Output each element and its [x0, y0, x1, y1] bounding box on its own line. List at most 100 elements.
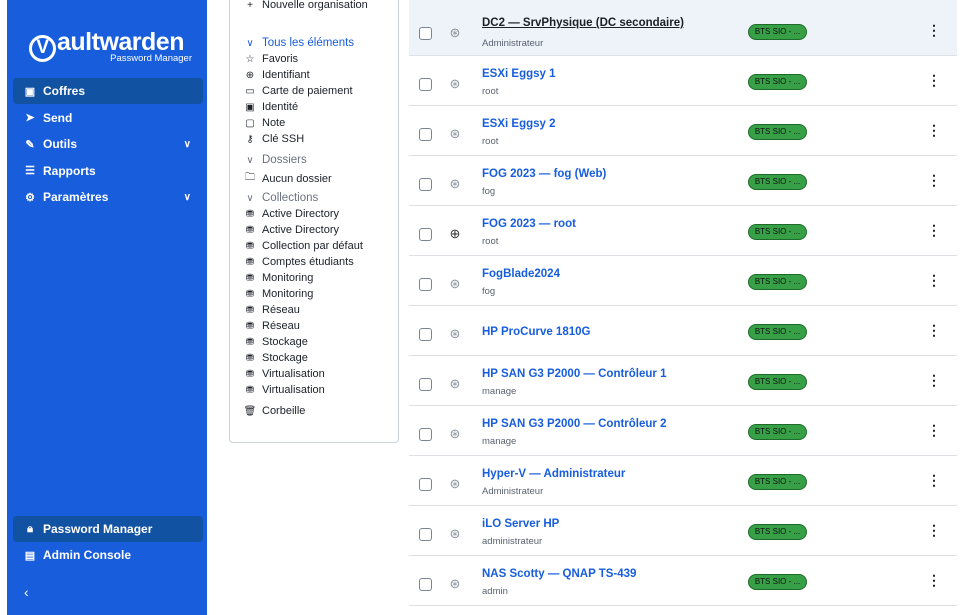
filter-folders-header[interactable]: ∨ Dossiers — [243, 154, 306, 166]
more-options-icon[interactable]: ⋮ — [927, 472, 941, 489]
row-checkbox[interactable] — [419, 428, 432, 441]
collection-badge[interactable]: BTS SIO - ... — [748, 174, 807, 190]
filter-collection[interactable]: ⛃ Monitoring — [243, 288, 314, 300]
item-name-link[interactable]: FogBlade2024 — [482, 268, 560, 280]
collection-badge[interactable]: BTS SIO - ... — [748, 124, 807, 140]
item-name-link[interactable]: ESXi Eggsy 1 — [482, 68, 556, 80]
collection-badge[interactable]: BTS SIO - ... — [748, 324, 807, 340]
more-options-icon[interactable]: ⋮ — [927, 372, 941, 389]
table-row[interactable]: ⊛ DC2 — SrvPhysique (DC secondaire) Admi… — [409, 0, 957, 56]
item-name-link[interactable]: HP SAN G3 P2000 — Contrôleur 1 — [482, 368, 666, 380]
row-checkbox[interactable] — [419, 578, 432, 591]
more-options-icon[interactable]: ⋮ — [927, 422, 941, 439]
collection-badge[interactable]: BTS SIO - ... — [748, 574, 807, 590]
more-options-icon[interactable]: ⋮ — [927, 22, 941, 39]
sidebar-item-admin-console[interactable]: ▤ Admin Console — [13, 542, 203, 568]
sidebar-item-parametres[interactable]: ⚙ Paramètres ∨ — [13, 184, 203, 210]
more-options-icon[interactable]: ⋮ — [927, 172, 941, 189]
more-options-icon[interactable]: ⋮ — [927, 122, 941, 139]
more-options-icon[interactable]: ⋮ — [927, 222, 941, 239]
item-name-link[interactable]: FOG 2023 — root — [482, 218, 576, 230]
collection-badge[interactable]: BTS SIO - ... — [748, 24, 807, 40]
table-row[interactable]: ⊛ FogBlade2024 fog BTS SIO - ... ⋮ — [409, 256, 957, 306]
collection-icon: ⛃ — [245, 320, 255, 332]
filter-collection[interactable]: ⛃ Réseau — [243, 320, 300, 332]
filter-collection[interactable]: ⛃ Réseau — [243, 304, 300, 316]
filter-collection[interactable]: ⛃ Stockage — [243, 352, 308, 364]
sidebar-item-send[interactable]: ➤ Send — [13, 105, 203, 131]
collapse-sidebar-icon[interactable]: ‹ — [24, 584, 29, 600]
row-checkbox[interactable] — [419, 278, 432, 291]
vaultwarden-logo[interactable]: Vaultwarden Password Manager — [29, 28, 194, 64]
table-row[interactable]: ⊛ iLO Server HP administrateur BTS SIO -… — [409, 506, 957, 556]
row-checkbox[interactable] — [419, 228, 432, 241]
sidebar-item-coffres[interactable]: ▣ Coffres — [13, 78, 203, 104]
more-options-icon[interactable]: ⋮ — [927, 572, 941, 589]
filter-collection[interactable]: ⛃ Comptes étudiants — [243, 256, 354, 268]
filter-collection[interactable]: ⛃ Virtualisation — [243, 368, 325, 380]
collection-badge[interactable]: BTS SIO - ... — [748, 424, 807, 440]
table-row[interactable]: ⊛ HP ProCurve 1810G BTS SIO - ... ⋮ — [409, 306, 957, 356]
filter-type-favoris[interactable]: ☆ Favoris — [243, 53, 299, 65]
item-name-link[interactable]: Hyper-V — Administrateur — [482, 468, 625, 480]
row-checkbox[interactable] — [419, 328, 432, 341]
filter-collection[interactable]: ⛃ Stockage — [243, 336, 308, 348]
sidebar-item-label: Outils — [43, 137, 78, 151]
table-row[interactable]: ⊕ FOG 2023 — root root BTS SIO - ... ⋮ — [409, 206, 957, 256]
filter-type-carte[interactable]: ▭ Carte de paiement — [243, 85, 352, 97]
more-options-icon[interactable]: ⋮ — [927, 322, 941, 339]
filter-collection[interactable]: ⛃ Monitoring — [243, 272, 314, 284]
filter-collection[interactable]: ⛃ Collection par défaut — [243, 240, 363, 252]
table-row[interactable]: ⊛ HP SAN G3 P2000 — Contrôleur 1 manage … — [409, 356, 957, 406]
item-name-link[interactable]: HP ProCurve 1810G — [482, 326, 590, 338]
filter-collections-header[interactable]: ∨ Collections — [243, 192, 318, 204]
filter-label: Réseau — [262, 304, 300, 316]
filter-collection[interactable]: ⛃ Active Directory — [243, 224, 339, 236]
filter-trash[interactable]: 🗑︎ Corbeille — [243, 405, 306, 417]
table-row[interactable]: ⊛ NAS Scotty — QNAP TS-439 admin BTS SIO… — [409, 556, 957, 606]
filter-label: Aucun dossier — [262, 172, 332, 185]
item-name-link[interactable]: DC2 — SrvPhysique (DC secondaire) — [482, 17, 684, 29]
filter-no-folder[interactable]: 🗀︎ Aucun dossier — [243, 170, 332, 187]
collection-badge[interactable]: BTS SIO - ... — [748, 74, 807, 90]
filter-label: Note — [262, 117, 286, 129]
row-checkbox[interactable] — [419, 378, 432, 391]
sidebar-item-password-manager[interactable]: 🔒︎ Password Manager — [13, 516, 203, 542]
filter-type-identifiant[interactable]: ⊕ Identifiant — [243, 69, 310, 81]
filter-type-note[interactable]: ▢ Note — [243, 117, 285, 129]
row-checkbox[interactable] — [419, 528, 432, 541]
sidebar-item-outils[interactable]: ✎ Outils ∨ — [13, 131, 203, 157]
filter-collection[interactable]: ⛃ Virtualisation — [243, 384, 325, 396]
collection-badge[interactable]: BTS SIO - ... — [748, 474, 807, 490]
item-name-link[interactable]: iLO Server HP — [482, 518, 559, 530]
item-name-link[interactable]: FOG 2023 — fog (Web) — [482, 168, 606, 180]
filter-collection[interactable]: ⛃ Active Directory — [243, 208, 339, 220]
item-name-link[interactable]: NAS Scotty — QNAP TS-439 — [482, 568, 636, 580]
filter-all-items[interactable]: ∨ Tous les éléments — [243, 37, 354, 49]
table-row[interactable]: ⊛ ESXi Eggsy 1 root BTS SIO - ... ⋮ — [409, 56, 957, 106]
row-checkbox[interactable] — [419, 128, 432, 141]
filter-label: Identifiant — [262, 69, 310, 81]
collection-badge[interactable]: BTS SIO - ... — [748, 374, 807, 390]
row-checkbox[interactable] — [419, 27, 432, 40]
filter-type-identite[interactable]: ▣ Identité — [243, 101, 298, 113]
table-row[interactable]: ⊛ Hyper-V — Administrateur Administrateu… — [409, 456, 957, 506]
table-row[interactable]: ⊛ FOG 2023 — fog (Web) fog BTS SIO - ...… — [409, 156, 957, 206]
item-name-link[interactable]: HP SAN G3 P2000 — Contrôleur 2 — [482, 418, 666, 430]
filter-type-ssh[interactable]: ⚷ Clé SSH — [243, 133, 304, 145]
filter-label: Active Directory — [262, 208, 340, 220]
row-checkbox[interactable] — [419, 78, 432, 91]
collection-badge[interactable]: BTS SIO - ... — [748, 524, 807, 540]
row-checkbox[interactable] — [419, 478, 432, 491]
more-options-icon[interactable]: ⋮ — [927, 72, 941, 89]
more-options-icon[interactable]: ⋮ — [927, 272, 941, 289]
collection-badge[interactable]: BTS SIO - ... — [748, 224, 807, 240]
table-row[interactable]: ⊛ ESXi Eggsy 2 root BTS SIO - ... ⋮ — [409, 106, 957, 156]
item-name-link[interactable]: ESXi Eggsy 2 — [482, 118, 556, 130]
filter-new-organization[interactable]: + Nouvelle organisation — [243, 0, 368, 11]
table-row[interactable]: ⊛ HP SAN G3 P2000 — Contrôleur 2 manage … — [409, 406, 957, 456]
sidebar-item-rapports[interactable]: ☰ Rapports — [13, 158, 203, 184]
more-options-icon[interactable]: ⋮ — [927, 522, 941, 539]
collection-badge[interactable]: BTS SIO - ... — [748, 274, 807, 290]
row-checkbox[interactable] — [419, 178, 432, 191]
